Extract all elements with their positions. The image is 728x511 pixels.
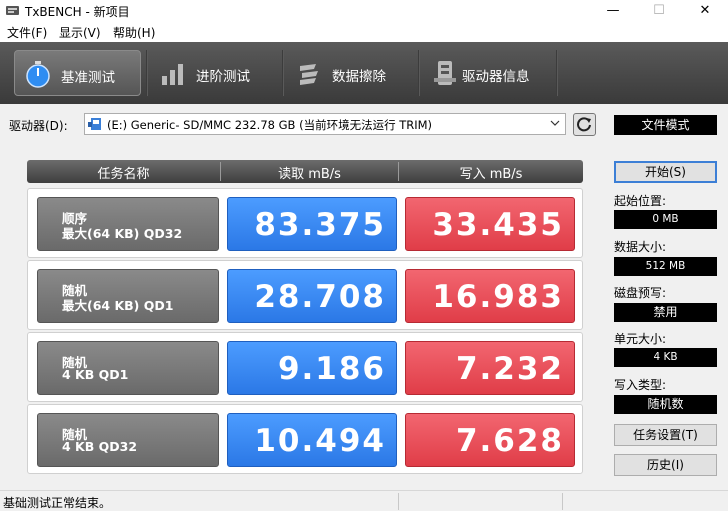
- drive-info-icon: [434, 61, 456, 85]
- task-button[interactable]: 随机 4 KB QD32: [37, 413, 219, 467]
- start-button[interactable]: 开始(S): [614, 161, 717, 183]
- data-size-label: 数据大小:: [614, 240, 667, 254]
- task-settings-button[interactable]: 任务设置(T): [614, 424, 717, 446]
- tab-erase-label: 数据擦除: [332, 69, 386, 85]
- refresh-button[interactable]: [573, 113, 596, 136]
- tab-divider: [282, 50, 284, 96]
- precondition-label: 磁盘预写:: [614, 286, 667, 300]
- start-position-label: 起始位置:: [614, 194, 667, 208]
- chevron-down-icon: [550, 120, 560, 126]
- task-detail: 4 KB QD1: [62, 367, 129, 382]
- minimize-button[interactable]: —: [590, 0, 636, 22]
- task-button[interactable]: 随机 最大(64 KB) QD1: [37, 269, 219, 323]
- tab-erase[interactable]: 数据擦除: [286, 50, 414, 96]
- results-header: 任务名称 读取 mB/s 写入 mB/s: [27, 160, 583, 183]
- tab-drive-info-label: 驱动器信息: [462, 69, 530, 85]
- task-detail: 最大(64 KB) QD32: [62, 226, 183, 241]
- tab-bar: 基准测试 进阶测试 数据擦除 驱动器信息: [0, 42, 728, 104]
- app-icon: [6, 6, 19, 15]
- write-speed: 16.983: [405, 269, 575, 323]
- write-speed: 7.628: [405, 413, 575, 467]
- write-speed: 7.232: [405, 341, 575, 395]
- task-detail: 最大(64 KB) QD1: [62, 298, 174, 313]
- txbench-window: TxBENCH - 新项目 — ☐ ✕ 文件(F) 显示(V) 帮助(H) 基准…: [0, 0, 728, 511]
- status-divider: [562, 493, 563, 510]
- tab-divider: [556, 50, 558, 96]
- bar-chart-icon: [162, 64, 183, 85]
- task-detail: 4 KB QD32: [62, 439, 138, 454]
- precondition-field[interactable]: 禁用: [614, 303, 717, 322]
- stopwatch-icon: [26, 61, 50, 88]
- tab-divider: [418, 50, 420, 96]
- unit-size-label: 单元大小:: [614, 332, 667, 346]
- tab-advanced-label: 进阶测试: [196, 69, 250, 85]
- header-read: 读取 mB/s: [278, 167, 341, 182]
- close-button[interactable]: ✕: [682, 0, 728, 22]
- write-type-field[interactable]: 随机数: [614, 395, 717, 414]
- task-button[interactable]: 顺序 最大(64 KB) QD32: [37, 197, 219, 251]
- result-row-rnd-q1: 随机 最大(64 KB) QD1 28.708 16.983: [27, 260, 583, 330]
- tab-benchmark-label: 基准测试: [61, 70, 115, 86]
- menu-help[interactable]: 帮助(H): [113, 24, 155, 41]
- drive-label: 驱动器(D):: [9, 119, 68, 133]
- read-speed: 9.186: [227, 341, 397, 395]
- start-position-field[interactable]: 0 MB: [614, 210, 717, 229]
- drive-select-value: (E:) Generic- SD/MMC 232.78 GB (当前环境无法运行…: [107, 118, 433, 132]
- menu-view[interactable]: 显示(V): [59, 24, 101, 41]
- tab-divider: [146, 50, 148, 96]
- write-type-label: 写入类型:: [614, 378, 667, 392]
- title-bar: TxBENCH - 新项目 — ☐ ✕: [0, 0, 728, 22]
- read-speed: 10.494: [227, 413, 397, 467]
- maximize-button[interactable]: ☐: [636, 0, 682, 22]
- history-button[interactable]: 历史(I): [614, 454, 717, 476]
- window-title: TxBENCH - 新项目: [25, 5, 130, 19]
- menu-file[interactable]: 文件(F): [7, 24, 47, 41]
- data-size-field[interactable]: 512 MB: [614, 257, 717, 276]
- status-text: 基础测试正常结束。: [3, 496, 112, 510]
- task-button[interactable]: 随机 4 KB QD1: [37, 341, 219, 395]
- result-row-4k-q1: 随机 4 KB QD1 9.186 7.232: [27, 332, 583, 402]
- file-mode-button[interactable]: 文件模式: [614, 115, 717, 135]
- status-divider: [398, 493, 399, 510]
- write-speed: 33.435: [405, 197, 575, 251]
- result-row-seq-q32: 顺序 最大(64 KB) QD32 83.375 33.435: [27, 188, 583, 258]
- read-speed: 28.708: [227, 269, 397, 323]
- tab-drive-info[interactable]: 驱动器信息: [422, 50, 552, 96]
- read-speed: 83.375: [227, 197, 397, 251]
- menu-bar: 文件(F) 显示(V) 帮助(H): [0, 22, 728, 42]
- tab-advanced[interactable]: 进阶测试: [150, 50, 278, 96]
- refresh-icon: [577, 117, 591, 132]
- header-write: 写入 mB/s: [459, 167, 523, 182]
- result-row-4k-q32: 随机 4 KB QD32 10.494 7.628: [27, 404, 583, 474]
- sd-card-icon: [88, 118, 101, 130]
- drive-select[interactable]: (E:) Generic- SD/MMC 232.78 GB (当前环境无法运行…: [84, 113, 566, 135]
- eraser-icon: [300, 64, 318, 85]
- tab-benchmark[interactable]: 基准测试: [14, 50, 141, 96]
- unit-size-field[interactable]: 4 KB: [614, 348, 717, 367]
- status-bar: 基础测试正常结束。: [0, 490, 728, 511]
- header-task-name: 任务名称: [97, 167, 150, 182]
